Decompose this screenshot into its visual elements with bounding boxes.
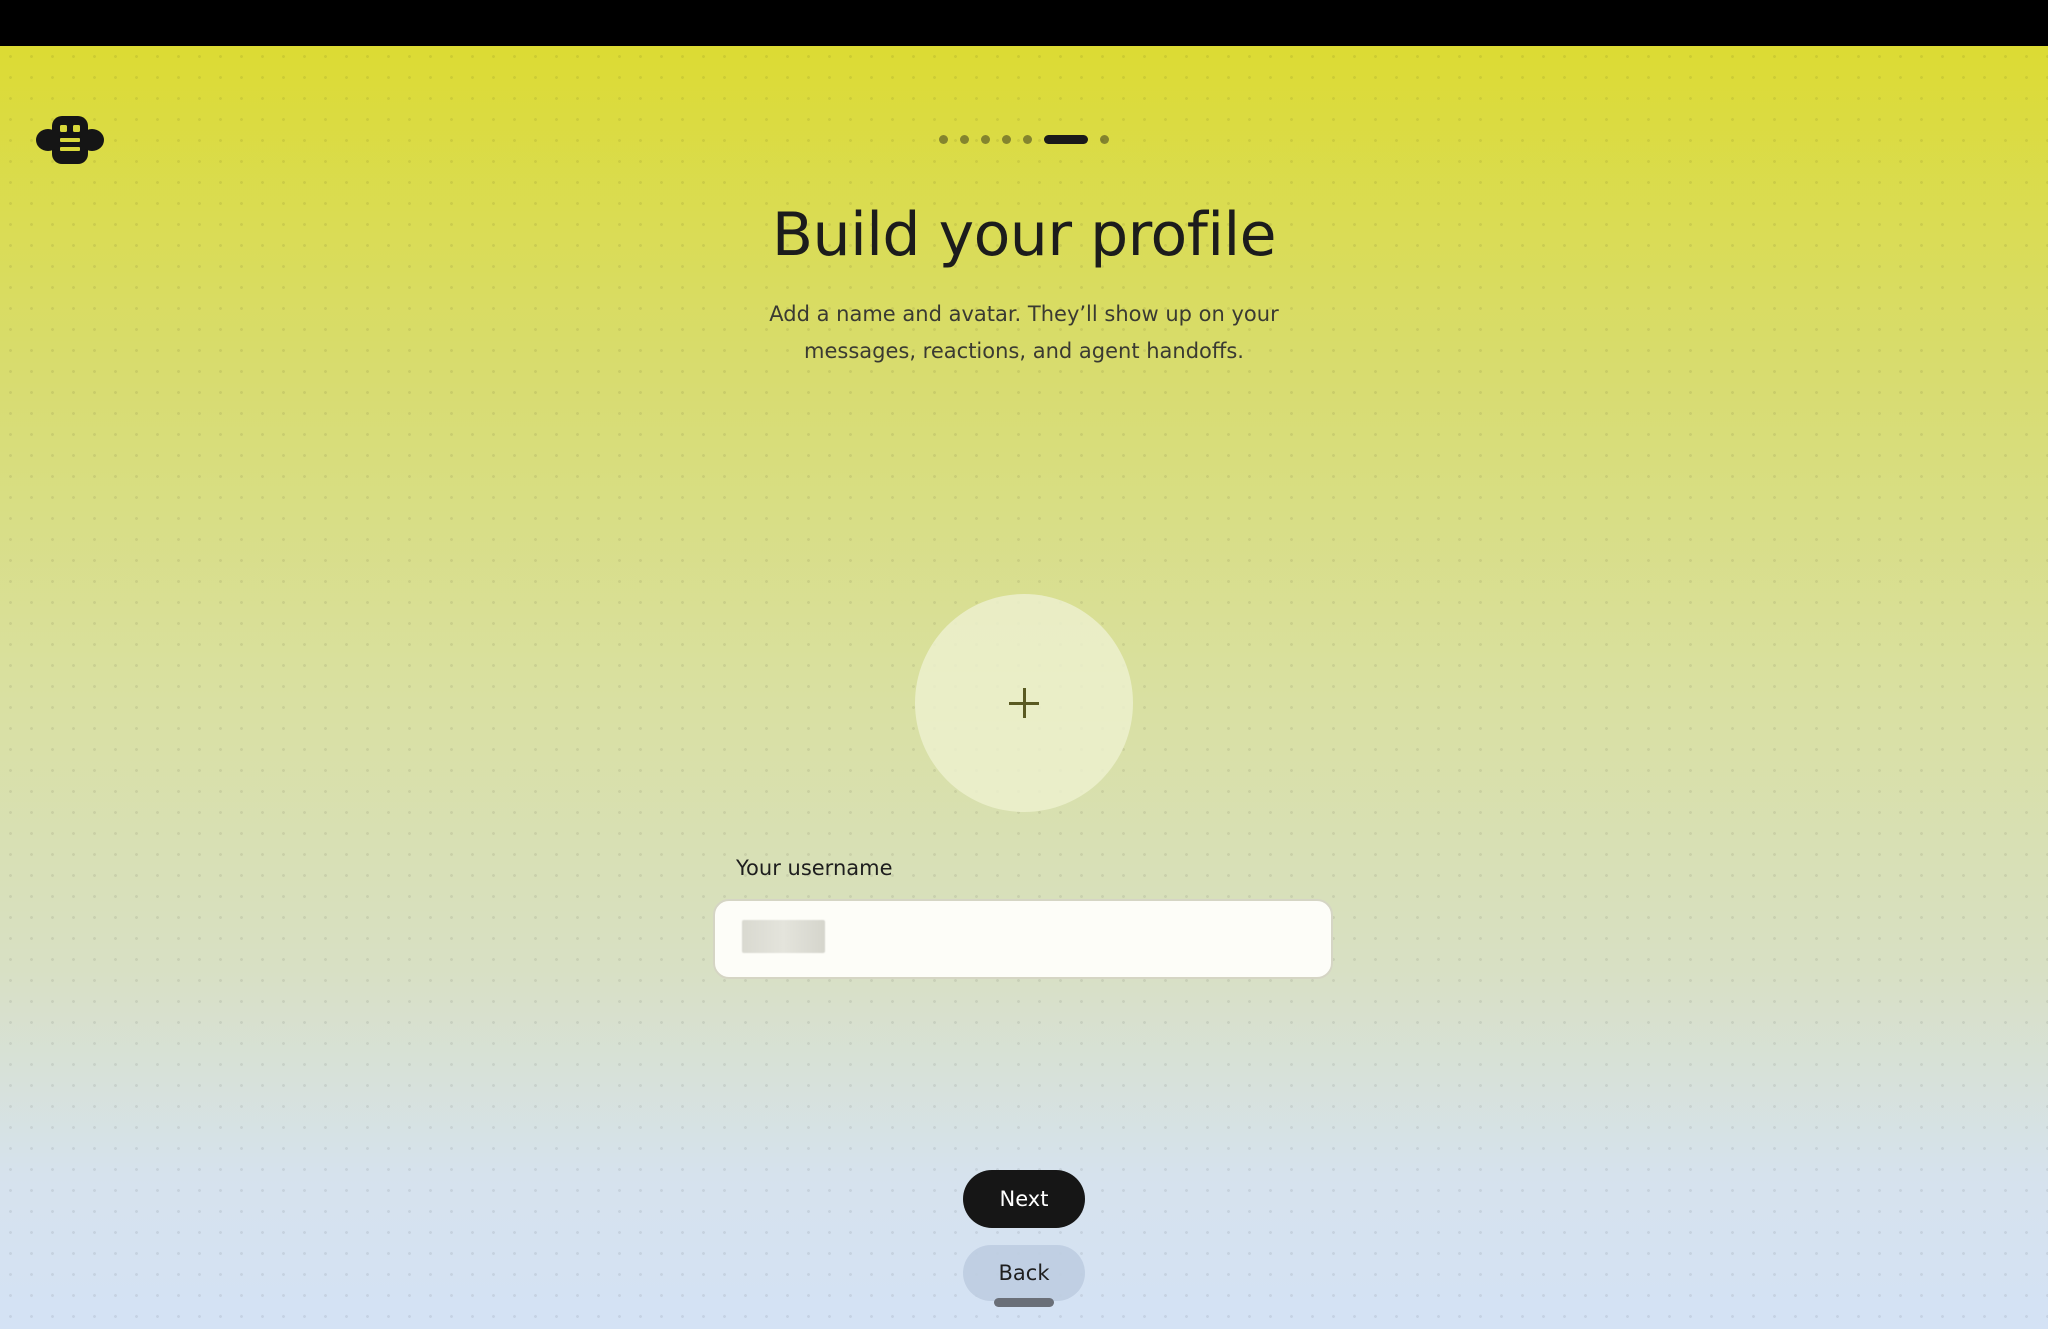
onboarding-screen: Build your profile Add a name and avatar… <box>0 46 2048 1329</box>
page-title: Build your profile <box>771 200 1277 270</box>
progress-step-dot <box>1002 135 1011 144</box>
progress-step-dot <box>1100 135 1109 144</box>
back-button[interactable]: Back <box>963 1245 1085 1301</box>
device-top-bar <box>0 0 2048 46</box>
progress-step-dot <box>981 135 990 144</box>
username-label: Your username <box>736 856 893 880</box>
avatar-upload-button[interactable] <box>915 594 1133 812</box>
next-button[interactable]: Next <box>963 1170 1085 1228</box>
progress-step-dot <box>960 135 969 144</box>
redacted-username-value <box>742 920 825 953</box>
progress-step-current <box>1044 135 1088 144</box>
progress-step-dot <box>1023 135 1032 144</box>
progress-step-dot <box>939 135 948 144</box>
plus-icon <box>1009 688 1039 718</box>
step-progress-indicator <box>0 135 2048 144</box>
home-indicator[interactable] <box>994 1298 1054 1307</box>
page-subtitle: Add a name and avatar. They’ll show up o… <box>769 302 1279 363</box>
